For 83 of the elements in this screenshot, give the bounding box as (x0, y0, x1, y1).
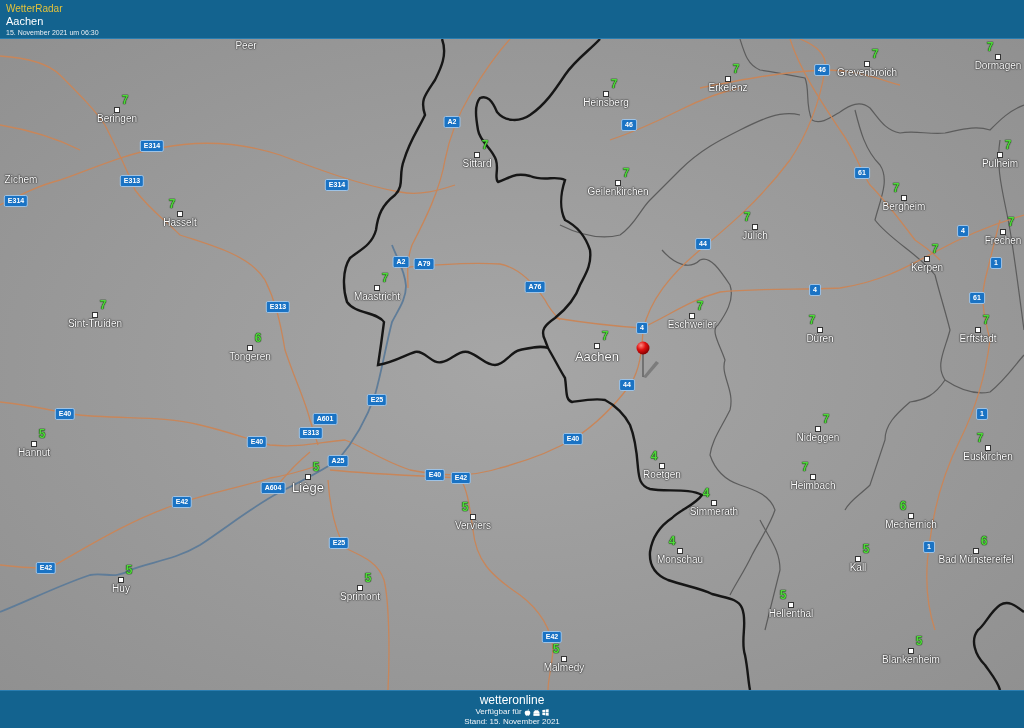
city-label: Tongeren (229, 351, 271, 363)
availability-text: Verfügbar für (475, 707, 522, 717)
city-label: Kerpen (910, 262, 944, 274)
city-label: Sint-Truiden (67, 318, 123, 330)
forecast-value: 6 (980, 535, 988, 548)
city-label: Nideggen (796, 432, 840, 444)
forecast-value: 5 (364, 572, 372, 585)
forecast-value: 5 (125, 564, 133, 577)
city-label: Bergheim (882, 201, 926, 213)
forecast-value: 6 (899, 500, 907, 513)
forecast-value: 7 (801, 461, 809, 474)
city-label: Liège (292, 480, 324, 495)
forecast-value: 7 (1004, 139, 1012, 152)
city-label: Monschau (656, 554, 704, 566)
city-label: Hasselt (163, 217, 197, 229)
city-label: Hannut (17, 447, 51, 459)
update-date-text: Stand: 15. November 2021 (464, 717, 560, 727)
city-label: Frechen (984, 235, 1022, 247)
forecast-value: 5 (38, 428, 46, 441)
city-label: Peer (235, 40, 257, 52)
forecast-value: 7 (822, 413, 830, 426)
city-label: Malmedy (543, 662, 585, 674)
city-label: Heimbach (790, 480, 836, 492)
city-label: Blankenheim (882, 654, 940, 666)
windows-icon (541, 708, 549, 716)
forecast-value: 7 (99, 299, 107, 312)
city-label: Heinsberg (583, 97, 629, 109)
city-label: Erftstadt (959, 333, 997, 345)
forecast-value: 7 (732, 63, 740, 76)
city-label: Erkelenz (708, 82, 748, 94)
forecast-value: 7 (982, 314, 990, 327)
city-label: Hellenthal (768, 608, 814, 620)
forecast-value: 7 (931, 243, 939, 256)
city-label: Sprimont (340, 591, 380, 603)
city-label: Euskirchen (963, 451, 1013, 463)
forecast-value: 7 (743, 211, 751, 224)
location-title: Aachen (6, 15, 44, 28)
city-label: Dormagen (974, 60, 1022, 72)
forecast-value: 5 (779, 589, 787, 602)
city-label: Eschweiler (667, 319, 717, 331)
city-label: Bad Münstereifel (938, 554, 1014, 566)
forecast-value: 4 (668, 535, 676, 548)
forecast-value: 7 (121, 94, 129, 107)
forecast-value: 4 (650, 450, 658, 463)
forecast-value: 7 (696, 300, 704, 313)
forecast-value: 5 (461, 501, 469, 514)
city-label: Sittard (462, 158, 492, 170)
city-label: Maastricht (353, 291, 401, 303)
forecast-value: 7 (610, 78, 618, 91)
forecast-value: 5 (552, 643, 560, 656)
app-title: WetterRadar (6, 3, 63, 15)
city-label: Verviers (454, 520, 492, 532)
city-label: Aachen (574, 349, 620, 364)
city-label: Jülich (742, 230, 768, 242)
city-label: Grevenbroich (837, 67, 897, 79)
forecast-value: 7 (601, 330, 609, 343)
city-label: Pulheim (981, 158, 1019, 170)
city-label: Simmerath (689, 506, 739, 518)
forecast-value: 7 (976, 432, 984, 445)
forecast-value: 7 (168, 198, 176, 211)
forecast-value: 7 (808, 314, 816, 327)
forecast-value: 5 (862, 543, 870, 556)
map-pin-icon (634, 341, 660, 379)
city-label: Mechernich (885, 519, 937, 531)
city-label: Zichem (4, 174, 38, 186)
forecast-value: 7 (622, 167, 630, 180)
forecast-value: 7 (381, 272, 389, 285)
city-label: Roetgen (643, 469, 681, 481)
forecast-value: 4 (702, 487, 710, 500)
forecast-value: 7 (871, 48, 879, 61)
forecast-value: 7 (1007, 216, 1015, 229)
brand-logo: wetteronline (479, 693, 545, 707)
forecast-value: 7 (986, 41, 994, 54)
city-label: Beringen (97, 113, 137, 125)
forecast-value: 5 (312, 461, 320, 474)
city-label: Geilenkirchen (587, 186, 649, 198)
apple-icon (523, 708, 531, 716)
city-label: Düren (806, 333, 834, 345)
forecast-value: 5 (915, 635, 923, 648)
android-icon (532, 708, 540, 716)
city-label: Huy (112, 583, 130, 595)
forecast-value: 6 (254, 332, 262, 345)
forecast-value: 7 (892, 182, 900, 195)
